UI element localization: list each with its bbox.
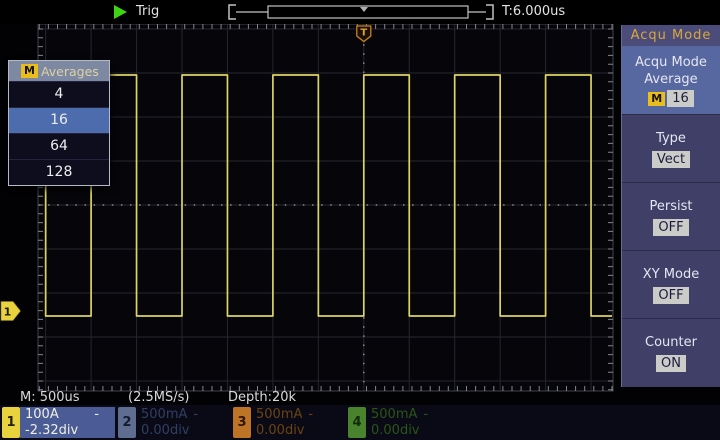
timebase-readout: M: 500us (20, 390, 80, 405)
softkey-value: OFF (653, 218, 689, 236)
softkey-value: OFF (653, 286, 689, 304)
softkey-value: Vect (651, 150, 691, 168)
menu-item-128[interactable]: 128 (9, 159, 109, 185)
averages-menu: M Averages 4 16 64 128 (8, 60, 110, 186)
softkey-label: Counter (645, 334, 697, 350)
softkey-xy-mode[interactable]: XY Mode OFF (622, 250, 720, 318)
channel-4-readout: 500mA -0.00div (371, 407, 429, 438)
window-position-marker-icon (360, 7, 368, 12)
channel-2-status[interactable]: 2 500mA -0.00div (118, 407, 231, 438)
sample-rate-readout: (2.5MS/s) (128, 390, 190, 405)
averages-menu-header: M Averages (9, 61, 109, 81)
menu-item-64[interactable]: 64 (9, 133, 109, 159)
sidebar-title: Acqu Mode (622, 25, 720, 46)
softkey-value: 16 (667, 90, 694, 107)
memory-window-indicator (228, 4, 494, 20)
softkey-acqu-mode[interactable]: Acqu Mode Average M 16 (622, 46, 720, 114)
menu-item-16[interactable]: 16 (9, 107, 109, 133)
trig-status-label: Trig (136, 4, 160, 19)
channel-1-badge: 1 (2, 407, 20, 438)
softkey-label: Persist (649, 198, 693, 214)
oscilloscope-screen: T1 Trig T:6.000us M Averages 4 16 64 128 Ac… (0, 0, 720, 440)
channel-2-badge: 2 (118, 407, 136, 438)
softkey-label: XY Mode (642, 266, 700, 282)
channel-1-status[interactable]: 1 100A - -2.32div (2, 407, 115, 438)
menu-item-4[interactable]: 4 (9, 81, 109, 107)
softkey-sections: Acqu Mode Average M 16 Type Vect Persist OFF XY … (622, 46, 720, 386)
channel-3-badge: 3 (233, 407, 251, 438)
m-shortcut-badge: M (648, 91, 666, 106)
trigger-time-offset: T:6.000us (502, 4, 566, 19)
softkey-value: ON (656, 354, 686, 372)
softkey-label: Average (644, 72, 698, 87)
channel-1-readout: 100A - -2.32div (20, 407, 115, 438)
channel-4-badge: 4 (348, 407, 366, 438)
channel-strip: CH1:AC- 266A 1000.000Hz 1100A--2.32div25… (0, 405, 720, 440)
averages-menu-title: Averages (40, 63, 99, 79)
softkey-label: Acqu Mode (635, 55, 707, 70)
averages-menu-items: 4 16 64 128 (9, 81, 109, 185)
softkey-type[interactable]: Type Vect (622, 114, 720, 182)
softkey-persist[interactable]: Persist OFF (622, 182, 720, 250)
top-status-bar: Trig T:6.000us (0, 0, 720, 24)
run-play-icon (114, 5, 127, 19)
channel-3-readout: 500mA -0.00div (256, 407, 314, 438)
svg-text:T: T (360, 28, 367, 39)
svg-text:1: 1 (4, 306, 12, 319)
channel-1-position-marker: 1 (0, 301, 21, 321)
channel-2-readout: 500mA -0.00div (141, 407, 199, 438)
m-shortcut-badge: M (21, 64, 38, 78)
channel-4-status[interactable]: 4 500mA -0.00div (348, 407, 461, 438)
channel-3-status[interactable]: 3 500mA -0.00div (233, 407, 346, 438)
softkey-sidebar: Acqu Mode Acqu Mode Average M 16 Type Vect Per… (621, 25, 720, 387)
softkey-label: Type (656, 130, 686, 146)
memory-depth-readout: Depth:20k (228, 390, 297, 405)
softkey-counter[interactable]: Counter ON (622, 318, 720, 386)
status-row: M: 500us (2.5MS/s) Depth:20k (0, 390, 620, 405)
